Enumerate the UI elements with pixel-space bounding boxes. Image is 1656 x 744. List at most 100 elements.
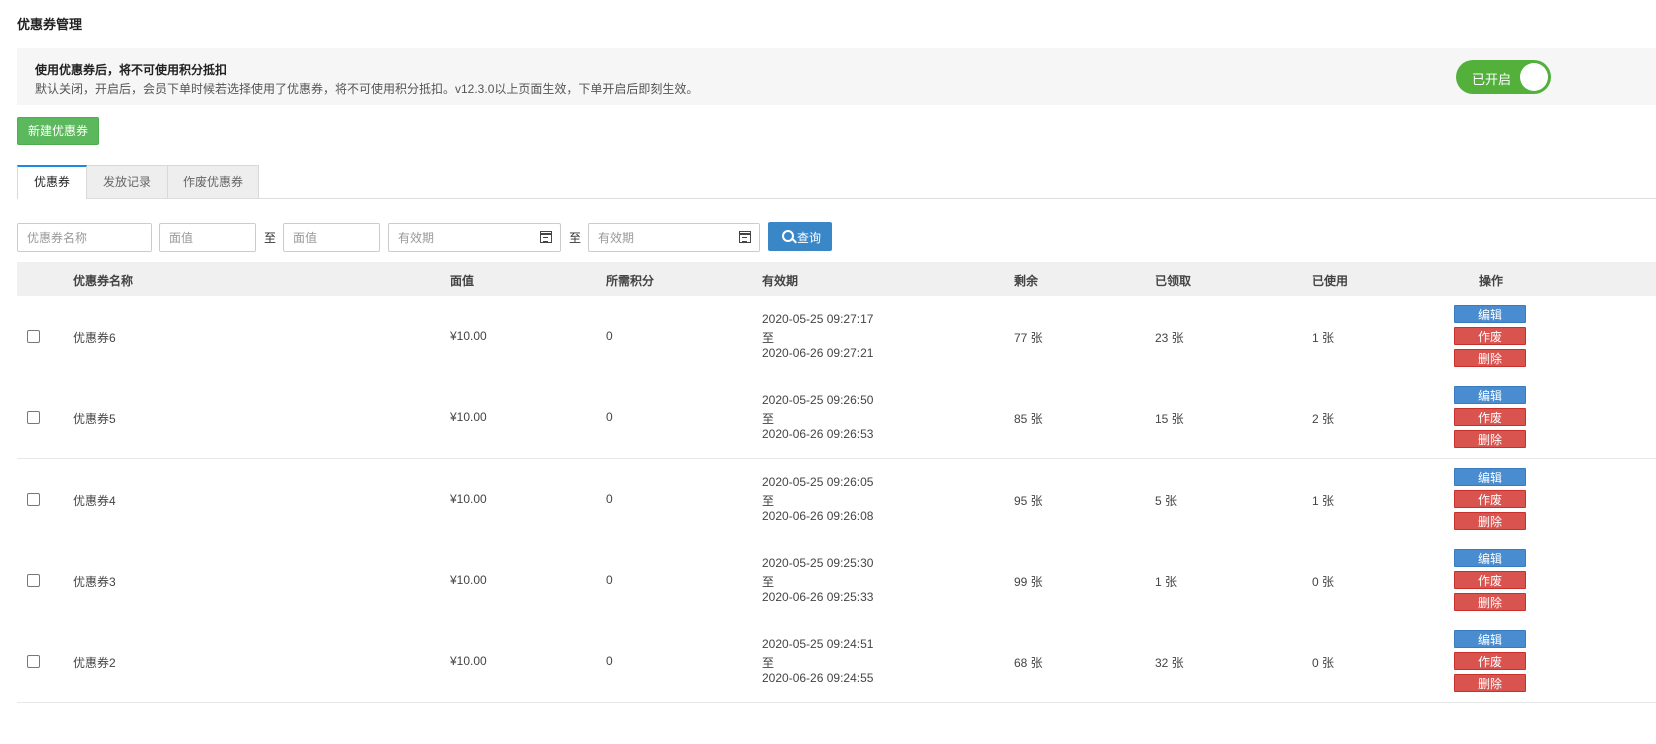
coupon-value: ¥10.00 xyxy=(450,654,487,668)
coupon-value: ¥10.00 xyxy=(450,573,487,587)
validity-end: 2020-06-26 09:27:21 xyxy=(762,346,874,360)
notice-title: 使用优惠券后，将不可使用积分抵扣 xyxy=(35,63,228,77)
row-checkbox[interactable] xyxy=(27,493,40,506)
range-separator: 至 xyxy=(264,231,277,245)
used-count: 1 张 xyxy=(1312,494,1335,508)
table-row: 优惠券5 ¥10.00 0 2020-05-25 09:26:50 至 2020-06-2… xyxy=(17,377,1656,459)
notice-panel: 使用优惠券后，将不可使用积分抵扣 默认关闭，开启后，会员下单时候若选择使用了优惠… xyxy=(17,48,1656,105)
page-title: 优惠券管理 xyxy=(17,17,83,32)
received-count: 15 张 xyxy=(1155,412,1184,426)
value-min-field[interactable] xyxy=(160,224,255,251)
header-validity: 有效期 xyxy=(762,274,799,288)
toggle-label: 已开启 xyxy=(1472,72,1512,87)
coupon-name: 优惠券6 xyxy=(73,331,116,345)
range-separator: 至 xyxy=(569,231,582,245)
coupon-name-input[interactable] xyxy=(17,223,152,252)
remaining-count: 77 张 xyxy=(1014,331,1043,345)
delete-button[interactable]: 删除 xyxy=(1454,430,1526,448)
value-max-input[interactable] xyxy=(283,223,380,252)
calendar-icon[interactable] xyxy=(739,231,751,243)
delete-button[interactable]: 删除 xyxy=(1454,349,1526,367)
new-coupon-button[interactable]: 新建优惠券 xyxy=(17,117,99,145)
header-actions: 操作 xyxy=(1479,274,1504,288)
date-start-input[interactable] xyxy=(388,223,561,252)
date-end-field[interactable] xyxy=(589,224,759,251)
coupon-value: ¥10.00 xyxy=(450,492,487,506)
coupon-value: ¥10.00 xyxy=(450,329,487,343)
received-count: 1 张 xyxy=(1155,575,1178,589)
search-button[interactable]: 查询 xyxy=(768,222,832,251)
validity-start: 2020-05-25 09:27:17 xyxy=(762,312,874,326)
table-row: 优惠券3 ¥10.00 0 2020-05-25 09:25:30 至 2020-06-2… xyxy=(17,540,1656,622)
validity-end: 2020-06-26 09:26:08 xyxy=(762,509,874,523)
received-count: 32 张 xyxy=(1155,656,1184,670)
tab-bar: 优惠券 发放记录 作废优惠券 xyxy=(17,165,1656,199)
received-count: 5 张 xyxy=(1155,494,1178,508)
toggle-knob xyxy=(1520,63,1548,91)
date-start-field[interactable] xyxy=(389,224,560,251)
delete-button[interactable]: 删除 xyxy=(1454,512,1526,530)
remaining-count: 85 张 xyxy=(1014,412,1043,426)
required-points: 0 xyxy=(606,654,613,668)
value-max-field[interactable] xyxy=(284,224,379,251)
used-count: 2 张 xyxy=(1312,412,1335,426)
edit-button[interactable]: 编辑 xyxy=(1454,386,1526,404)
required-points: 0 xyxy=(606,329,613,343)
validity-start: 2020-05-25 09:26:50 xyxy=(762,393,874,407)
required-points: 0 xyxy=(606,410,613,424)
edit-button[interactable]: 编辑 xyxy=(1454,468,1526,486)
required-points: 0 xyxy=(606,492,613,506)
header-remaining: 剩余 xyxy=(1014,274,1039,288)
coupon-name: 优惠券3 xyxy=(73,575,116,589)
coupon-name-field[interactable] xyxy=(18,224,151,251)
validity-start: 2020-05-25 09:25:30 xyxy=(762,556,874,570)
notice-description: 默认关闭，开启后，会员下单时候若选择使用了优惠券，将不可使用积分抵扣。v12.3… xyxy=(35,82,699,96)
edit-button[interactable]: 编辑 xyxy=(1454,630,1526,648)
coupon-value: ¥10.00 xyxy=(450,410,487,424)
remaining-count: 95 张 xyxy=(1014,494,1043,508)
header-received: 已领取 xyxy=(1155,274,1192,288)
delete-button[interactable]: 删除 xyxy=(1454,674,1526,692)
validity-to: 至 xyxy=(762,494,775,508)
received-count: 23 张 xyxy=(1155,331,1184,345)
validity-to: 至 xyxy=(762,412,775,426)
table-row: 优惠券4 ¥10.00 0 2020-05-25 09:26:05 至 2020-06-2… xyxy=(17,459,1656,541)
search-icon xyxy=(782,230,794,242)
tab-voided-coupons[interactable]: 作废优惠券 xyxy=(167,165,259,198)
coupon-name: 优惠券4 xyxy=(73,494,116,508)
validity-to: 至 xyxy=(762,575,775,589)
void-button[interactable]: 作废 xyxy=(1454,327,1526,345)
tab-issue-records[interactable]: 发放记录 xyxy=(86,165,168,198)
validity-to: 至 xyxy=(762,656,775,670)
tab-coupons[interactable]: 优惠券 xyxy=(17,165,87,199)
used-count: 0 张 xyxy=(1312,575,1335,589)
table-row: 优惠券6 ¥10.00 0 2020-05-25 09:27:17 至 2020-06-2… xyxy=(17,296,1656,378)
validity-to: 至 xyxy=(762,331,775,345)
used-count: 1 张 xyxy=(1312,331,1335,345)
void-button[interactable]: 作废 xyxy=(1454,408,1526,426)
row-checkbox[interactable] xyxy=(27,330,40,343)
void-button[interactable]: 作废 xyxy=(1454,490,1526,508)
remaining-count: 68 张 xyxy=(1014,656,1043,670)
row-checkbox[interactable] xyxy=(27,655,40,668)
remaining-count: 99 张 xyxy=(1014,575,1043,589)
void-button[interactable]: 作废 xyxy=(1454,652,1526,670)
edit-button[interactable]: 编辑 xyxy=(1454,305,1526,323)
table-header: 优惠券名称 面值 所需积分 有效期 剩余 已领取 已使用 操作 xyxy=(17,262,1656,296)
date-end-input[interactable] xyxy=(588,223,760,252)
row-checkbox[interactable] xyxy=(27,411,40,424)
value-min-input[interactable] xyxy=(159,223,256,252)
header-name: 优惠券名称 xyxy=(73,274,134,288)
used-count: 0 张 xyxy=(1312,656,1335,670)
coupon-name: 优惠券2 xyxy=(73,656,116,670)
delete-button[interactable]: 删除 xyxy=(1454,593,1526,611)
validity-start: 2020-05-25 09:26:05 xyxy=(762,475,874,489)
points-deduction-toggle[interactable]: 已开启 xyxy=(1456,60,1551,94)
header-points: 所需积分 xyxy=(606,274,655,288)
row-checkbox[interactable] xyxy=(27,574,40,587)
void-button[interactable]: 作废 xyxy=(1454,571,1526,589)
validity-start: 2020-05-25 09:24:51 xyxy=(762,637,874,651)
calendar-icon[interactable] xyxy=(540,231,552,243)
edit-button[interactable]: 编辑 xyxy=(1454,549,1526,567)
header-value: 面值 xyxy=(450,274,475,288)
